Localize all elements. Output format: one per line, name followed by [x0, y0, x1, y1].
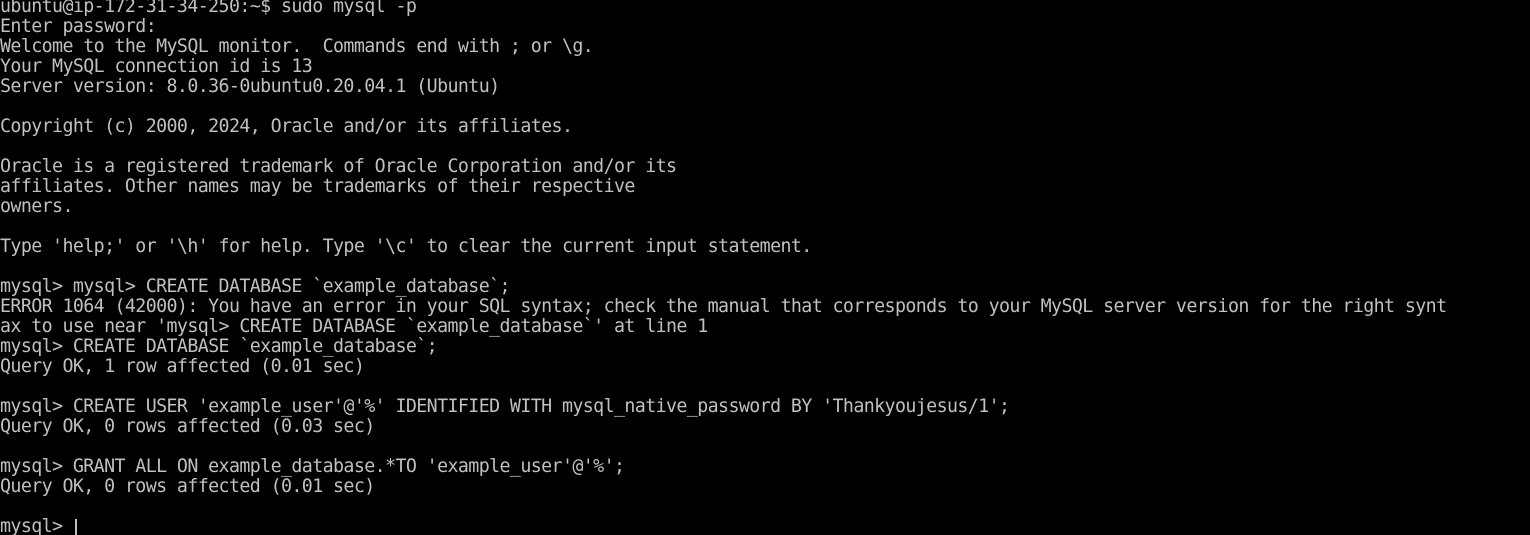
terminal-line: Your MySQL connection id is 13	[0, 56, 313, 77]
terminal-window[interactable]: ubuntu@ip-172-31-34-250:~$ sudo mysql -p…	[0, 0, 1530, 535]
terminal-line: ubuntu@ip-172-31-34-250:~$ sudo mysql -p	[0, 0, 417, 17]
command-prompt-line[interactable]: mysql>	[0, 517, 1530, 535]
terminal-line: Query OK, 1 row affected (0.01 sec)	[0, 356, 365, 377]
terminal-line: mysql> CREATE USER 'example_user'@'%' ID…	[0, 396, 1010, 417]
terminal-line: Copyright (c) 2000, 2024, Oracle and/or …	[0, 116, 573, 137]
terminal-line: ERROR 1064 (42000): You have an error in…	[0, 296, 1447, 317]
terminal-line: owners.	[0, 196, 73, 217]
terminal-line: ax to use near 'mysql> CREATE DATABASE `…	[0, 316, 708, 337]
terminal-line: mysql> CREATE DATABASE `example_database…	[0, 336, 438, 357]
terminal-line: Enter password:	[0, 16, 157, 37]
terminal-line: Welcome to the MySQL monitor. Commands e…	[0, 36, 594, 57]
terminal-line: Oracle is a registered trademark of Orac…	[0, 156, 677, 177]
terminal-line: Query OK, 0 rows affected (0.03 sec)	[0, 416, 375, 437]
terminal-line: mysql> GRANT ALL ON example_database.*TO…	[0, 456, 625, 477]
terminal-line: Server version: 8.0.36-0ubuntu0.20.04.1 …	[0, 76, 500, 97]
terminal-line: affiliates. Other names may be trademark…	[0, 176, 635, 197]
terminal-line: Query OK, 0 rows affected (0.01 sec)	[0, 476, 375, 497]
text-cursor	[74, 519, 77, 535]
mysql-prompt: mysql>	[0, 516, 73, 535]
terminal-line: mysql> mysql> CREATE DATABASE `example_d…	[0, 276, 511, 297]
terminal-line: Type 'help;' or '\h' for help. Type '\c'…	[0, 236, 812, 257]
